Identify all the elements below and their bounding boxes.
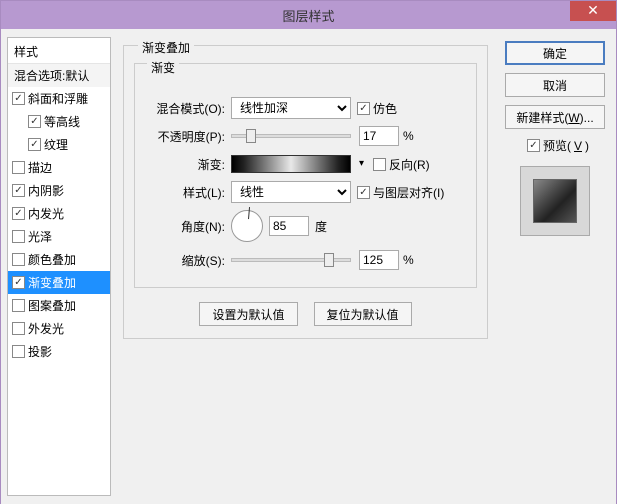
scale-slider[interactable] bbox=[231, 258, 351, 262]
sidebar-item-contour[interactable]: ✓等高线 bbox=[8, 110, 110, 133]
sidebar-item-texture[interactable]: ✓纹理 bbox=[8, 133, 110, 156]
gradient-picker[interactable] bbox=[231, 155, 351, 173]
blend-mode-select[interactable]: 线性加深 bbox=[231, 97, 351, 119]
set-default-button[interactable]: 设置为默认值 bbox=[199, 302, 297, 326]
checkbox-icon[interactable] bbox=[12, 161, 25, 174]
checkbox-icon[interactable] bbox=[12, 253, 25, 266]
opacity-slider[interactable] bbox=[231, 134, 351, 138]
scale-label: 缩放(S): bbox=[143, 252, 225, 269]
angle-dial[interactable] bbox=[231, 210, 263, 242]
style-label: 样式(L): bbox=[143, 184, 225, 201]
dither-checkbox[interactable]: ✓仿色 bbox=[357, 100, 397, 117]
angle-input[interactable] bbox=[269, 216, 309, 236]
sidebar-item-label: 外发光 bbox=[28, 320, 64, 337]
checkbox-icon[interactable]: ✓ bbox=[28, 138, 41, 151]
sidebar-item-stroke[interactable]: 描边 bbox=[8, 156, 110, 179]
sidebar-item-bevel[interactable]: ✓斜面和浮雕 bbox=[8, 87, 110, 110]
titlebar: 图层样式 ✕ bbox=[1, 1, 616, 29]
sidebar-item-label: 等高线 bbox=[44, 113, 80, 130]
opacity-input[interactable] bbox=[359, 126, 399, 146]
blend-mode-label: 混合模式(O): bbox=[143, 100, 225, 117]
sidebar-item-label: 纹理 bbox=[44, 136, 68, 153]
sidebar-subheader[interactable]: 混合选项:默认 bbox=[8, 64, 110, 87]
sidebar-item-gradient-overlay[interactable]: ✓渐变叠加 bbox=[8, 271, 110, 294]
panel-title: 渐变叠加 bbox=[138, 39, 194, 56]
sidebar-item-label: 图案叠加 bbox=[28, 297, 76, 314]
checkbox-icon[interactable]: ✓ bbox=[12, 184, 25, 197]
checkbox-icon[interactable] bbox=[12, 322, 25, 335]
checkbox-icon[interactable]: ✓ bbox=[12, 276, 25, 289]
sidebar-header[interactable]: 样式 bbox=[8, 40, 110, 64]
align-checkbox[interactable]: ✓与图层对齐(I) bbox=[357, 184, 444, 201]
checkbox-icon[interactable]: ✓ bbox=[12, 92, 25, 105]
sidebar-item-label: 投影 bbox=[28, 343, 52, 360]
sidebar-item-label: 渐变叠加 bbox=[28, 274, 76, 291]
checkbox-icon[interactable] bbox=[12, 230, 25, 243]
window-title: 图层样式 bbox=[282, 6, 334, 25]
angle-label: 角度(N): bbox=[143, 218, 225, 235]
checkbox-icon[interactable]: ✓ bbox=[12, 207, 25, 220]
layer-style-dialog: 图层样式 ✕ 样式 混合选项:默认 ✓斜面和浮雕✓等高线✓纹理描边✓内阴影✓内发… bbox=[0, 0, 617, 504]
reset-default-button[interactable]: 复位为默认值 bbox=[314, 302, 412, 326]
sidebar-item-label: 斜面和浮雕 bbox=[28, 90, 88, 107]
sidebar-item-label: 内阴影 bbox=[28, 182, 64, 199]
section-title: 渐变 bbox=[147, 59, 179, 76]
checkbox-icon[interactable] bbox=[12, 299, 25, 312]
style-select[interactable]: 线性 bbox=[231, 181, 351, 203]
sidebar-item-inner-glow[interactable]: ✓内发光 bbox=[8, 202, 110, 225]
main-panel: 渐变叠加 渐变 混合模式(O): 线性加深 ✓仿色 不透明度(P): % bbox=[117, 37, 494, 496]
checkbox-icon[interactable]: ✓ bbox=[28, 115, 41, 128]
sidebar-item-pattern-overlay[interactable]: 图案叠加 bbox=[8, 294, 110, 317]
close-button[interactable]: ✕ bbox=[570, 1, 616, 21]
sidebar-item-label: 光泽 bbox=[28, 228, 52, 245]
preview-swatch bbox=[520, 166, 590, 236]
checkbox-icon[interactable] bbox=[12, 345, 25, 358]
sidebar-item-inner-shadow[interactable]: ✓内阴影 bbox=[8, 179, 110, 202]
scale-input[interactable] bbox=[359, 250, 399, 270]
sidebar-item-satin[interactable]: 光泽 bbox=[8, 225, 110, 248]
styles-sidebar: 样式 混合选项:默认 ✓斜面和浮雕✓等高线✓纹理描边✓内阴影✓内发光光泽颜色叠加… bbox=[7, 37, 111, 496]
sidebar-item-outer-glow[interactable]: 外发光 bbox=[8, 317, 110, 340]
sidebar-item-color-overlay[interactable]: 颜色叠加 bbox=[8, 248, 110, 271]
sidebar-item-label: 描边 bbox=[28, 159, 52, 176]
new-style-button[interactable]: 新建样式(W)... bbox=[505, 105, 605, 129]
preview-checkbox[interactable]: ✓预览(V) bbox=[527, 137, 589, 154]
reverse-checkbox[interactable]: 反向(R) bbox=[373, 156, 430, 173]
right-column: 确定 取消 新建样式(W)... ✓预览(V) bbox=[500, 37, 610, 496]
opacity-label: 不透明度(P): bbox=[143, 128, 225, 145]
ok-button[interactable]: 确定 bbox=[505, 41, 605, 65]
gradient-label: 渐变: bbox=[143, 156, 225, 173]
sidebar-item-label: 颜色叠加 bbox=[28, 251, 76, 268]
cancel-button[interactable]: 取消 bbox=[505, 73, 605, 97]
sidebar-item-label: 内发光 bbox=[28, 205, 64, 222]
sidebar-item-drop-shadow[interactable]: 投影 bbox=[8, 340, 110, 363]
